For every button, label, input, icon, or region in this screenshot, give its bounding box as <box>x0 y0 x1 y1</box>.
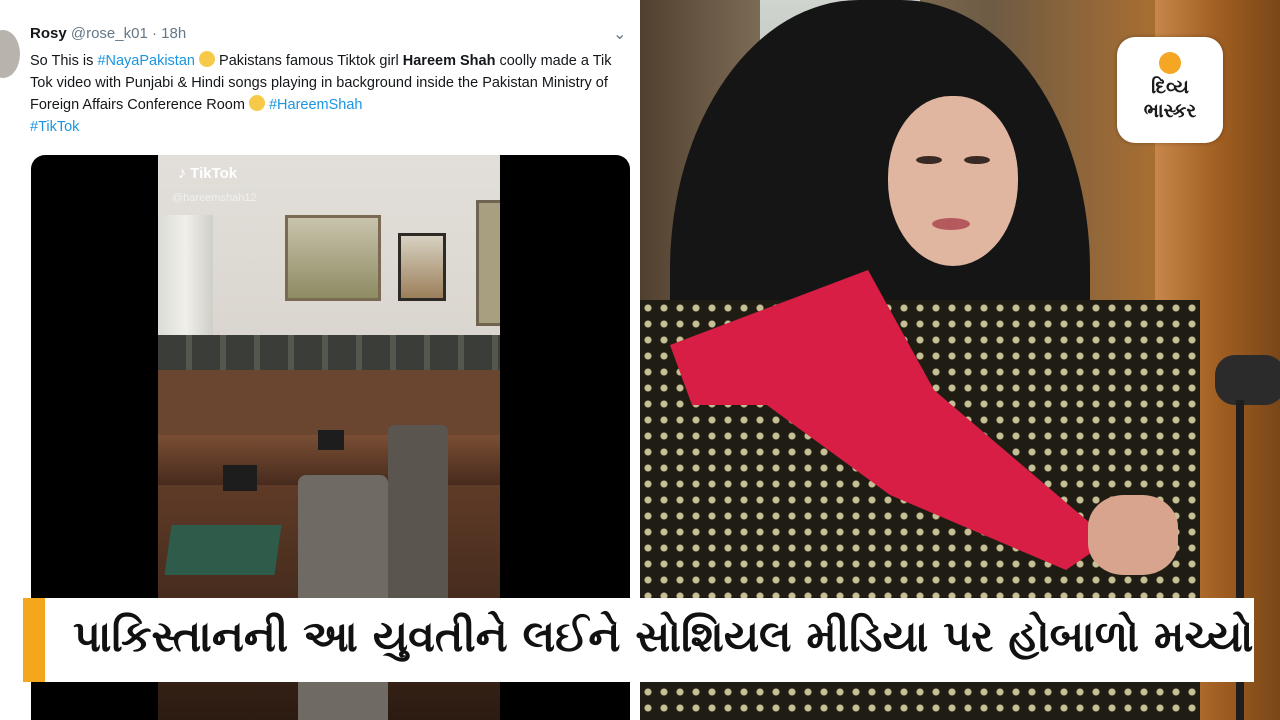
hashtag-tiktok[interactable]: #TikTok <box>30 119 79 135</box>
chevron-down-icon[interactable]: ⌄ <box>613 24 626 44</box>
office-chair <box>388 425 448 625</box>
hashtag-nayapakistan[interactable]: #NayaPakistan <box>97 53 195 69</box>
caption-banner: પાકિસ્તાનની આ યુવતીને લઈને સોશિયલ મીડિયા… <box>23 598 1254 682</box>
desk-microphone <box>223 465 257 491</box>
tweet-text: So This is #NayaPakistan Pakistans famou… <box>30 50 620 138</box>
caption-text: પાકિસ્તાનની આ યુવતીને લઈને સોશિયલ મીડિયા… <box>73 612 1254 662</box>
hand <box>1088 495 1178 575</box>
avatar[interactable] <box>0 30 20 78</box>
tiktok-username: @hareemshah12 <box>172 192 257 204</box>
divya-bhaskar-logo: દિવ્ય ભાસ્કર <box>1117 37 1223 143</box>
desk-microphone <box>318 430 344 450</box>
tiktok-note-icon: ♪ <box>178 165 186 182</box>
author-name[interactable]: Rosy <box>30 25 67 42</box>
logo-text-line2: ભાસ્કર <box>1143 101 1197 122</box>
woman-face <box>888 96 1018 266</box>
microphone-icon <box>1215 355 1280 405</box>
author-handle[interactable]: @rose_k01 <box>71 25 148 42</box>
sun-icon <box>1159 52 1181 74</box>
tweet-time[interactable]: · 18h <box>152 25 186 42</box>
eye <box>916 156 942 164</box>
logo-text-line1: દિવ્ય <box>1151 77 1189 98</box>
green-folder <box>164 525 282 575</box>
tiktok-watermark: ♪ TikTok <box>178 165 237 183</box>
eye <box>964 156 990 164</box>
wall-portrait <box>398 233 446 301</box>
tweet-text-part: So This is <box>30 53 98 69</box>
tiktok-label: TikTok <box>190 165 238 182</box>
laughing-tears-emoji-icon <box>199 51 215 67</box>
wall-painting <box>476 200 500 326</box>
tweet-text-part: Pakistans famous Tiktok girl <box>215 53 403 69</box>
lips <box>932 218 970 230</box>
caption-accent-bar <box>23 598 45 682</box>
wall-painting <box>285 215 381 301</box>
tweet-header: Rosy @rose_k01 · 18h <box>30 25 186 42</box>
laughing-tears-emoji-icon <box>248 95 265 111</box>
hashtag-hareemshah[interactable]: #HareemShah <box>269 97 363 113</box>
tweet-bold-name: Hareem Shah <box>402 53 496 69</box>
